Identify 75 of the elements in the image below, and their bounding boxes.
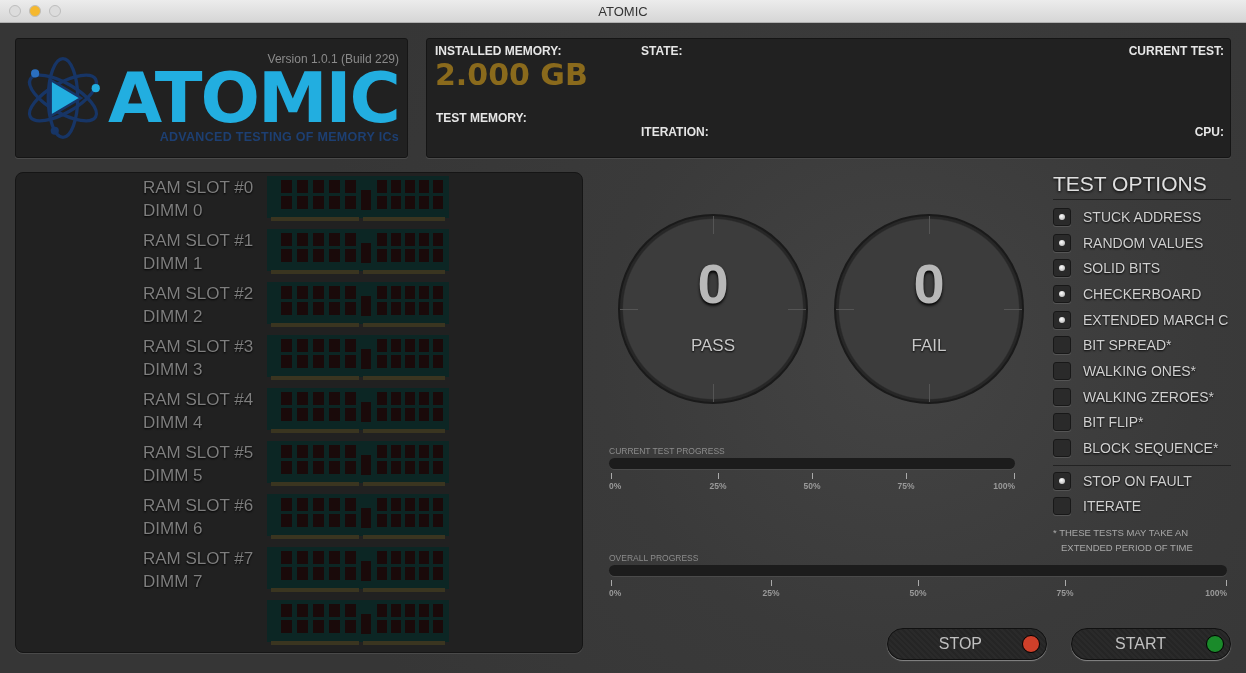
- tick-label: 75%: [897, 481, 915, 491]
- tick-label: 25%: [762, 588, 780, 599]
- version-text: Version 1.0.1 (Build 229): [267, 52, 399, 66]
- checkbox[interactable]: [1053, 336, 1071, 355]
- slot-label: RAM SLOT #3: [143, 336, 255, 358]
- slot-label: RAM SLOT #6: [143, 495, 255, 517]
- tick-label: 25%: [709, 481, 727, 491]
- checkbox[interactable]: [1053, 497, 1071, 516]
- checkbox[interactable]: [1053, 310, 1071, 329]
- option-checkbox[interactable]: RANDOM VALUES: [1053, 229, 1231, 256]
- tick-label: 100%: [993, 481, 1015, 491]
- info-label: CURRENT TEST:: [1128, 44, 1224, 58]
- option-checkbox[interactable]: BIT FLIP*: [1053, 409, 1231, 436]
- checkbox[interactable]: [1053, 361, 1071, 380]
- close-button[interactable]: [9, 5, 21, 17]
- control-button[interactable]: START: [1071, 628, 1231, 661]
- window-title: ATOMIC: [598, 3, 648, 19]
- memory-value: 2.000 GB: [435, 58, 589, 92]
- checkbox[interactable]: [1053, 233, 1071, 252]
- options-heading: TEST OPTIONS: [1053, 172, 1231, 200]
- slot-label: RAM SLOT #2: [143, 283, 255, 305]
- checkbox[interactable]: [1053, 284, 1071, 303]
- option-checkbox[interactable]: STOP ON FAULT: [1053, 467, 1231, 494]
- slot-label: RAM SLOT #1: [143, 230, 255, 252]
- info-label: ITERATION:: [641, 124, 710, 139]
- progress-label: OVERALL PROGRESS: [609, 553, 700, 564]
- tick-label: 50%: [909, 588, 927, 599]
- slot-label: RAM SLOT #4: [143, 389, 255, 411]
- checkbox[interactable]: [1053, 387, 1071, 406]
- option-checkbox[interactable]: STUCK ADDRESS: [1053, 204, 1231, 230]
- option-checkbox[interactable]: SOLID BITS: [1053, 255, 1231, 282]
- progress-label: CURRENT TEST PROGRESS: [609, 446, 726, 456]
- dimm-label: DIMM 3: [143, 359, 204, 381]
- checkbox[interactable]: [1053, 439, 1071, 458]
- option-checkbox[interactable]: ITERATE: [1053, 493, 1231, 520]
- option-checkbox[interactable]: BIT SPREAD*: [1053, 332, 1231, 359]
- option-checkbox[interactable]: WALKING ZEROES*: [1053, 383, 1231, 410]
- counter-value: 0: [697, 254, 729, 314]
- info-label: CPU:: [1194, 124, 1224, 139]
- checkbox[interactable]: [1053, 207, 1071, 226]
- info-label: INSTALLED MEMORY:: [435, 44, 563, 58]
- logo-wordmark: ATOMIC: [107, 66, 399, 130]
- counter-label: PASS: [690, 336, 736, 356]
- tick-label: 50%: [803, 481, 821, 491]
- tick-label: 0%: [609, 588, 622, 599]
- info-label: STATE:: [641, 44, 684, 58]
- option-checkbox[interactable]: WALKING ONES*: [1053, 358, 1231, 384]
- checkbox[interactable]: [1053, 259, 1071, 278]
- tick-label: 75%: [1056, 588, 1074, 599]
- counter-label: FAIL: [911, 336, 947, 356]
- tick-label: 100%: [1205, 588, 1227, 599]
- info-label: TEST MEMORY:: [436, 110, 528, 125]
- checkbox[interactable]: [1053, 471, 1071, 490]
- dimm-label: DIMM 2: [143, 306, 204, 328]
- minimize-button[interactable]: [29, 5, 41, 17]
- option-checkbox[interactable]: EXTENDED MARCH C: [1053, 306, 1231, 333]
- option-checkbox[interactable]: CHECKERBOARD: [1053, 281, 1231, 307]
- dimm-label: DIMM 4: [143, 412, 204, 434]
- checkbox[interactable]: [1053, 413, 1071, 432]
- logo-tagline: ADVANCED TESTING OF MEMORY ICs: [159, 130, 399, 144]
- dimm-label: DIMM 7: [143, 571, 204, 593]
- control-button[interactable]: STOP: [887, 628, 1047, 661]
- dimm-label: DIMM 0: [143, 200, 204, 222]
- dimm-label: DIMM 5: [143, 465, 204, 487]
- footnote-text: * THESE TESTS MAY TAKE AN: [1053, 526, 1190, 541]
- tick-label: 0%: [609, 481, 622, 491]
- slot-label: RAM SLOT #5: [143, 442, 255, 464]
- zoom-button[interactable]: [49, 5, 61, 17]
- slot-label: RAM SLOT #0: [143, 177, 255, 199]
- option-checkbox[interactable]: BLOCK SEQUENCE*: [1053, 435, 1231, 461]
- counter-value: 0: [913, 254, 945, 314]
- slot-label: RAM SLOT #7: [143, 548, 255, 570]
- footnote-text: EXTENDED PERIOD OF TIME: [1060, 541, 1194, 556]
- dimm-label: DIMM 1: [143, 253, 204, 275]
- dimm-label: DIMM 6: [143, 518, 204, 540]
